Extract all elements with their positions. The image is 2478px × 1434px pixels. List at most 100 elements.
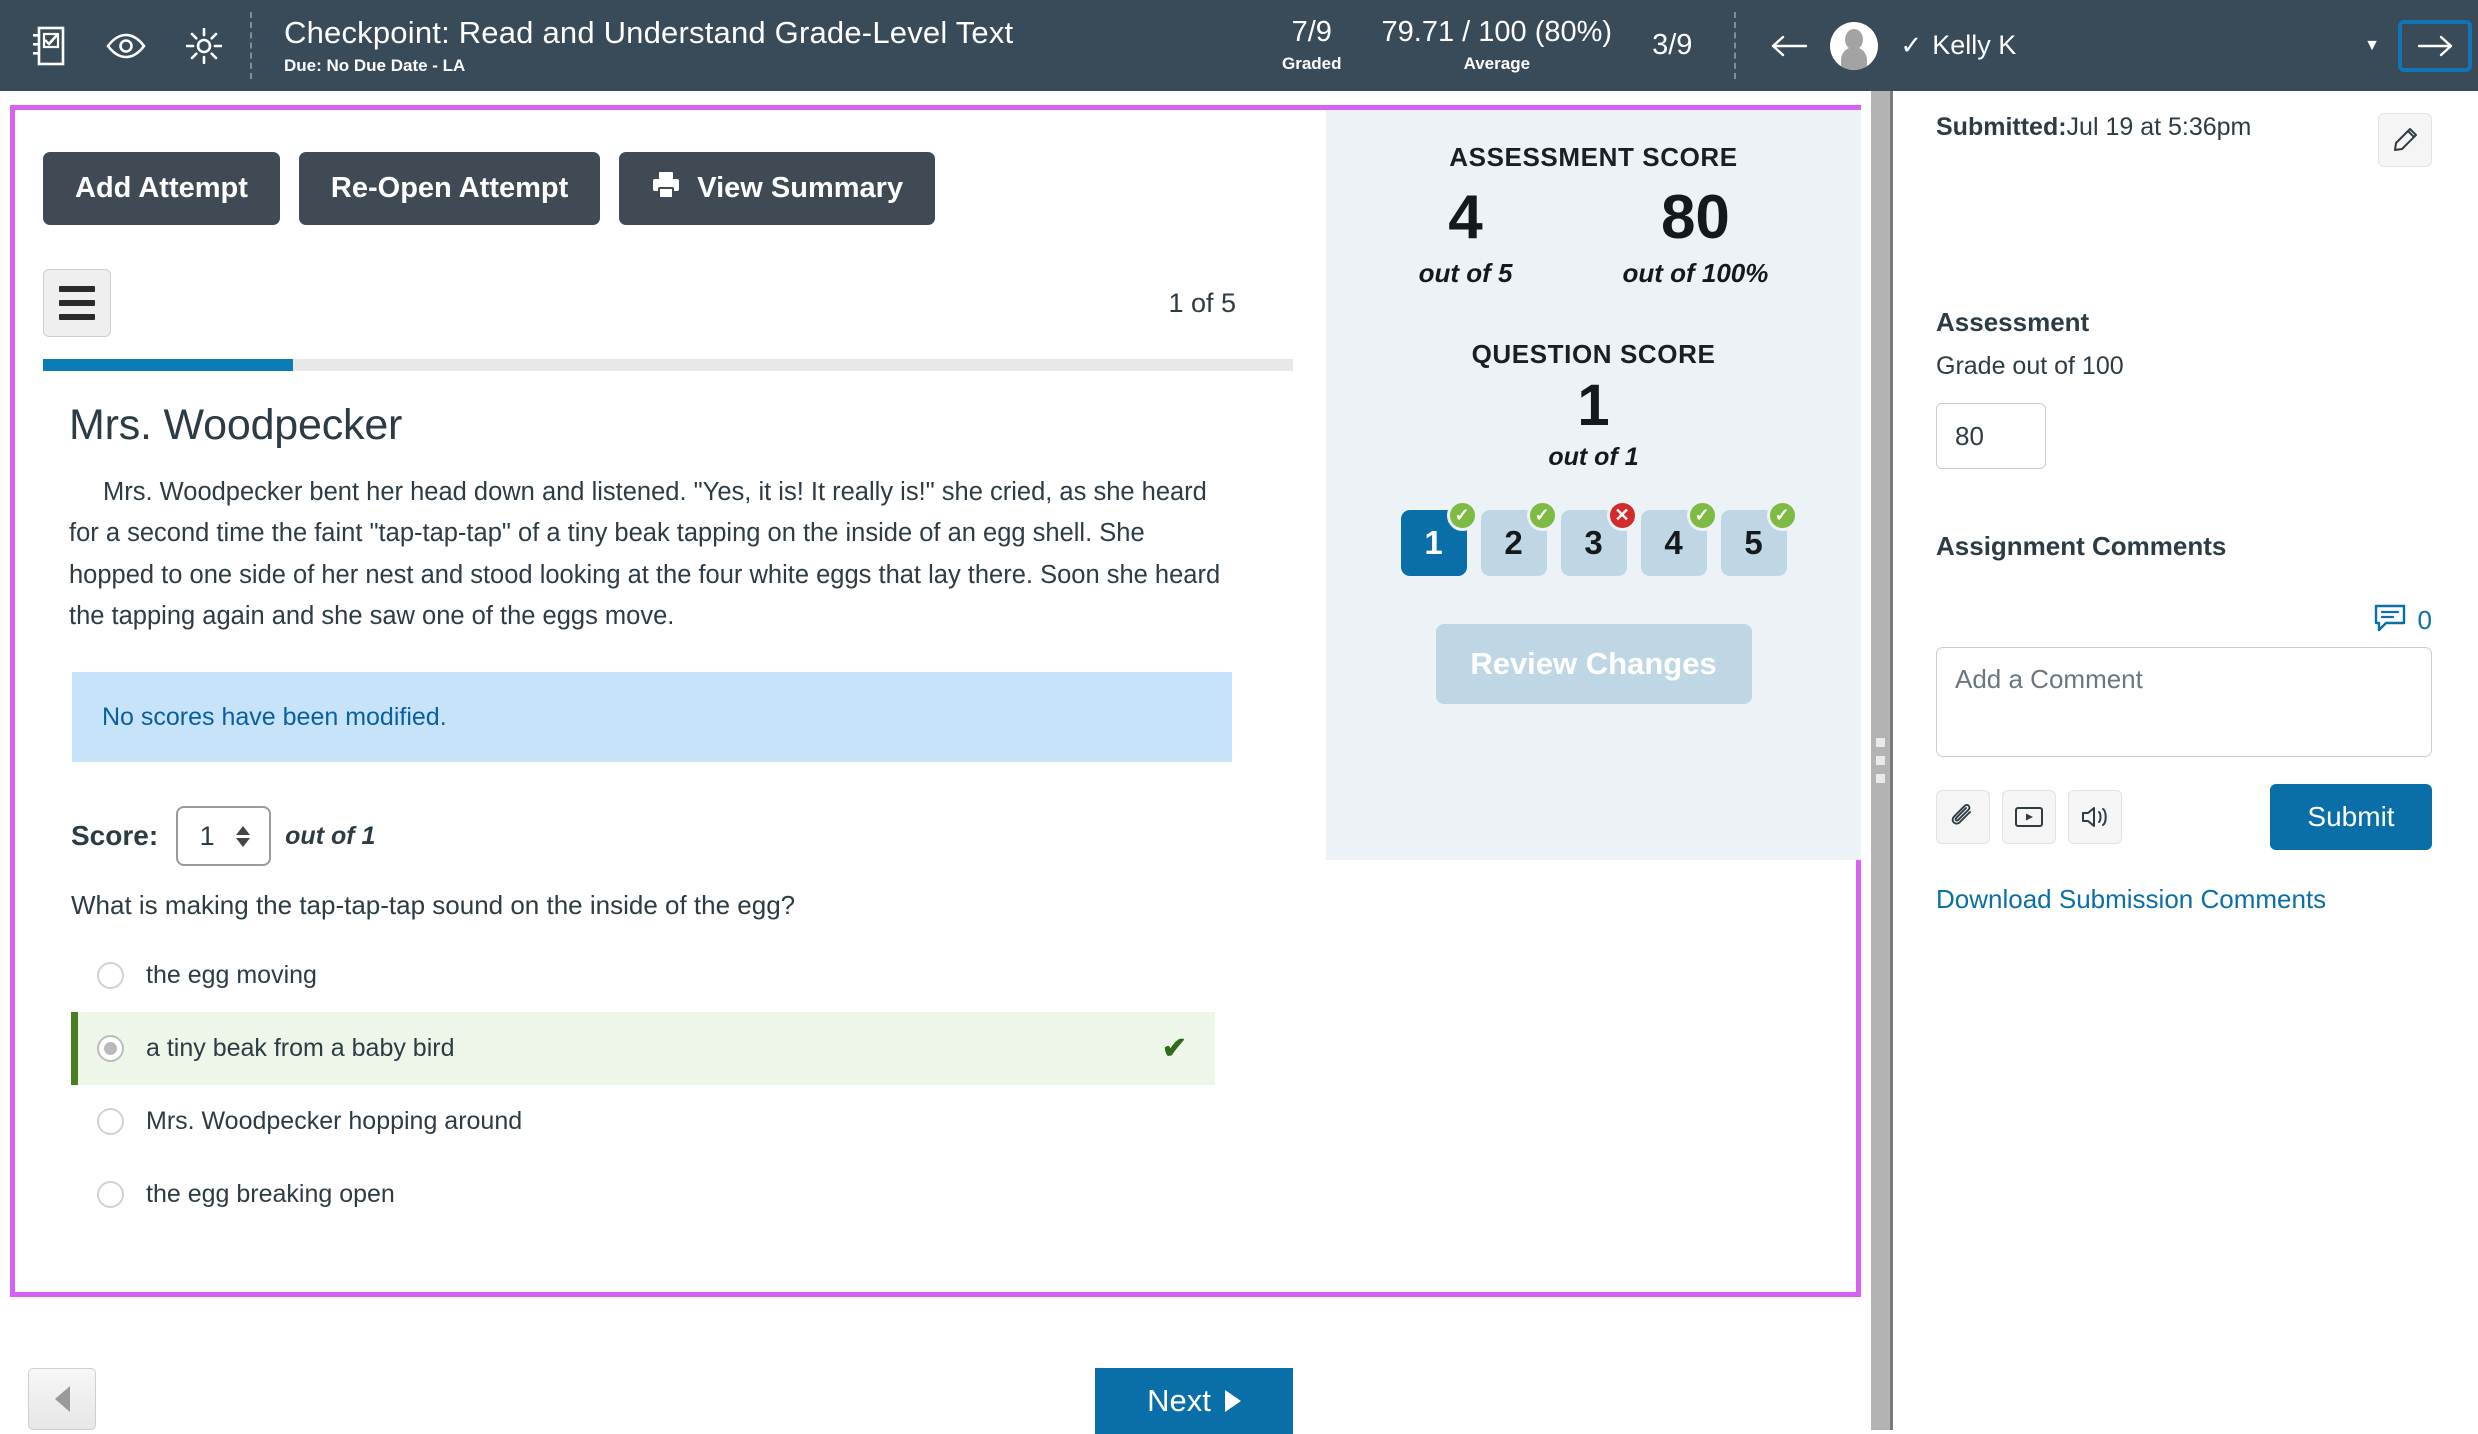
panel-resize-handle[interactable] bbox=[1871, 91, 1893, 1430]
page-title: Checkpoint: Read and Understand Grade-Le… bbox=[284, 14, 1014, 50]
student-name[interactable]: Kelly K bbox=[1932, 30, 2016, 61]
points-value: 4 bbox=[1448, 183, 1483, 252]
submitted-label: Submitted: bbox=[1936, 113, 2067, 141]
comment-toolbar: Submit bbox=[1936, 784, 2432, 850]
stat-average-value: 79.71 / 100 (80%) bbox=[1381, 15, 1613, 48]
review-changes-button[interactable]: Review Changes bbox=[1435, 623, 1752, 704]
score-stepper[interactable] bbox=[176, 806, 272, 867]
passage-title: Mrs. Woodpecker bbox=[69, 401, 403, 449]
previous-question-button[interactable] bbox=[28, 1368, 96, 1430]
score-summary-panel: ASSESSMENT SCORE 4 out of 5 80 out of 10… bbox=[1326, 110, 1861, 860]
reading-passage: Mrs. Woodpecker Mrs. Woodpecker bent her… bbox=[15, 371, 1225, 637]
grade-input[interactable] bbox=[1936, 403, 2046, 469]
radio-icon[interactable] bbox=[97, 1181, 124, 1209]
score-spinner[interactable] bbox=[236, 825, 256, 847]
assessment-score-heading: ASSESSMENT SCORE bbox=[1449, 142, 1738, 172]
question-score-heading: QUESTION SCORE bbox=[1471, 339, 1716, 370]
viewer-toolbar: 1 of 5 bbox=[15, 225, 1326, 337]
stat-graded-label: Graded bbox=[1282, 54, 1342, 74]
question-score-out-of: out of 1 bbox=[1548, 442, 1639, 471]
choice-label: Mrs. Woodpecker hopping around bbox=[146, 1107, 523, 1136]
radio-icon-selected[interactable] bbox=[97, 1035, 124, 1063]
grading-sidebar: Submitted:Jul 19 at 5:36pm Assessment Gr… bbox=[1896, 91, 2478, 1430]
stat-position-value: 3/9 bbox=[1652, 28, 1693, 61]
chevron-down-icon[interactable]: ▼ bbox=[2364, 37, 2380, 55]
topbar-icon-group bbox=[0, 0, 250, 91]
check-icon: ✔ bbox=[1161, 1032, 1187, 1066]
graded-check-icon: ✓ bbox=[1900, 30, 1923, 60]
student-selector: ✓ Kelly K bbox=[1736, 0, 2016, 91]
comment-bubble-icon bbox=[2374, 604, 2406, 637]
x-badge-icon: ✕ bbox=[1606, 499, 1638, 531]
printer-icon bbox=[651, 171, 681, 207]
paperclip-icon[interactable] bbox=[1936, 790, 1990, 844]
stat-average-label: Average bbox=[1463, 54, 1531, 74]
stat-position: 3/9 bbox=[1632, 28, 1712, 62]
question-pill-wrap-5: 5 ✓ bbox=[1720, 499, 1798, 576]
next-question-label: Next bbox=[1147, 1383, 1211, 1418]
progress-bar-fill bbox=[43, 359, 293, 371]
check-badge-icon: ✓ bbox=[1686, 499, 1718, 531]
choice-option-4[interactable]: the egg breaking open bbox=[71, 1158, 1215, 1231]
status-banner: No scores have been modified. bbox=[72, 672, 1232, 763]
arrow-right-icon bbox=[2417, 35, 2453, 56]
next-question-button[interactable]: Next bbox=[1095, 1368, 1293, 1434]
question-pill-wrap-2: 2 ✓ bbox=[1480, 499, 1558, 576]
comment-count-row: 0 bbox=[1936, 604, 2432, 637]
question-prompt: What is making the tap-tap-tap sound on … bbox=[71, 890, 796, 921]
add-attempt-button[interactable]: Add Attempt bbox=[43, 152, 280, 225]
passage-body: Mrs. Woodpecker bent her head down and l… bbox=[69, 478, 1221, 630]
gear-icon[interactable] bbox=[182, 24, 226, 68]
question-score-editor: Score: out of 1 bbox=[15, 762, 1326, 867]
assignment-icon[interactable] bbox=[26, 24, 70, 68]
radio-icon[interactable] bbox=[97, 962, 124, 990]
grip-dots-icon bbox=[1876, 738, 1885, 783]
stat-average: 79.71 / 100 (80%) Average bbox=[1362, 15, 1633, 75]
radio-icon[interactable] bbox=[97, 1108, 124, 1136]
submission-info: Submitted:Jul 19 at 5:36pm bbox=[1936, 91, 2432, 167]
view-summary-button[interactable]: View Summary bbox=[619, 152, 936, 225]
view-summary-label: View Summary bbox=[697, 172, 904, 204]
percent-score: 80 out of 100% bbox=[1622, 185, 1768, 289]
score-label: Score: bbox=[71, 820, 159, 852]
eye-icon[interactable] bbox=[104, 24, 148, 68]
grade-out-of-label: Grade out of 100 bbox=[1936, 352, 2124, 380]
choice-option-1[interactable]: the egg moving bbox=[71, 939, 1215, 1012]
top-bar: Checkpoint: Read and Understand Grade-Le… bbox=[0, 0, 2478, 91]
spinner-down-icon[interactable] bbox=[236, 837, 251, 847]
score-input[interactable] bbox=[178, 820, 237, 852]
topbar-right-controls: ▼ bbox=[2364, 0, 2478, 91]
attempt-actions: Add Attempt Re-Open Attempt View Summary bbox=[15, 110, 1326, 225]
percent-value: 80 bbox=[1660, 183, 1730, 252]
spinner-up-icon[interactable] bbox=[236, 825, 251, 835]
points-out-of: out of 5 bbox=[1418, 258, 1513, 289]
submitted-value: Jul 19 at 5:36pm bbox=[2066, 113, 2252, 141]
submit-comment-button[interactable]: Submit bbox=[2270, 784, 2432, 850]
arrow-left-icon[interactable] bbox=[1762, 19, 1816, 73]
question-nav-pills: 1 ✓ 2 ✓ 3 ✕ 4 ✓ 5 ✓ bbox=[1326, 499, 1861, 576]
question-pill-wrap-3: 3 ✕ bbox=[1560, 499, 1638, 576]
comment-input[interactable] bbox=[1936, 647, 2432, 757]
video-icon[interactable] bbox=[2002, 790, 2056, 844]
submitted-text: Submitted:Jul 19 at 5:36pm bbox=[1936, 113, 2251, 142]
check-badge-icon: ✓ bbox=[1526, 499, 1558, 531]
chevron-right-icon bbox=[1224, 1390, 1241, 1412]
question-navigation: Next bbox=[0, 1340, 1871, 1434]
assessment-heading: Assessment bbox=[1936, 307, 2090, 337]
question-viewer: Add Attempt Re-Open Attempt View Summary bbox=[15, 110, 1326, 1292]
points-score: 4 out of 5 bbox=[1419, 185, 1513, 289]
choice-option-3[interactable]: Mrs. Woodpecker hopping around bbox=[71, 1085, 1215, 1158]
menu-icon[interactable] bbox=[43, 269, 111, 337]
choice-option-2[interactable]: a tiny beak from a baby bird ✔ bbox=[71, 1012, 1215, 1086]
page-indicator: 1 of 5 bbox=[1168, 287, 1236, 318]
avatar bbox=[1830, 21, 1879, 70]
assignment-title-block: Checkpoint: Read and Understand Grade-Le… bbox=[252, 0, 1262, 91]
audio-icon[interactable] bbox=[2068, 790, 2122, 844]
next-student-button[interactable] bbox=[2398, 19, 2472, 72]
reopen-attempt-button[interactable]: Re-Open Attempt bbox=[298, 152, 601, 225]
download-submission-comments-link[interactable]: Download Submission Comments bbox=[1936, 884, 2432, 915]
check-badge-icon: ✓ bbox=[1446, 499, 1478, 531]
stat-graded-value: 7/9 bbox=[1291, 15, 1332, 48]
pencil-icon[interactable] bbox=[2378, 113, 2432, 167]
score-out-of: out of 1 bbox=[285, 821, 376, 850]
